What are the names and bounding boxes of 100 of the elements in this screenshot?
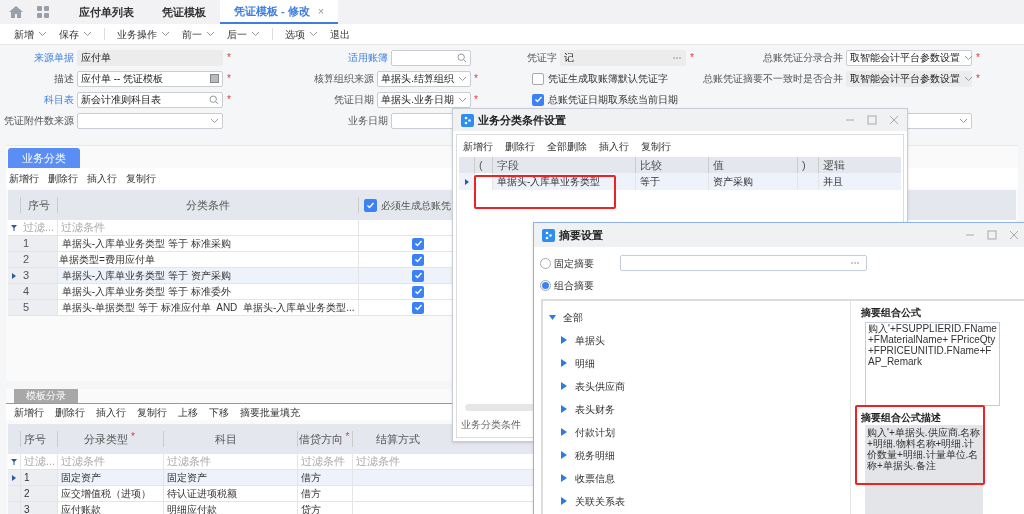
column-header: 字段 xyxy=(497,158,519,171)
table-cell: 5 xyxy=(20,300,57,315)
column-header: 分类条件 xyxy=(186,198,230,211)
expand-toggle-icon[interactable] xyxy=(549,313,556,321)
input-field[interactable]: 应付单 -- 凭证模板 xyxy=(77,70,223,87)
close-icon[interactable] xyxy=(1009,230,1019,240)
field-label[interactable]: 适用账簿 xyxy=(348,50,389,65)
grid-action-button[interactable]: 复制行 xyxy=(126,170,156,186)
row-selector[interactable] xyxy=(8,470,20,485)
filter-icon[interactable] xyxy=(11,224,17,231)
checkbox[interactable] xyxy=(364,198,377,212)
radio-label: 固定摘要 xyxy=(554,256,595,271)
grid-action-button[interactable]: 新增行 xyxy=(14,404,44,420)
maximize-icon[interactable] xyxy=(867,115,877,125)
filter-icon[interactable] xyxy=(11,458,17,465)
checkbox[interactable] xyxy=(412,253,424,266)
maximize-icon[interactable] xyxy=(987,230,997,240)
field-label: 描述 xyxy=(54,72,74,86)
grid-action-button[interactable]: 全部删除 xyxy=(547,138,587,154)
table-cell-text: 资产采购 xyxy=(713,175,753,189)
close-icon[interactable] xyxy=(889,115,899,125)
tree-item[interactable]: 全部 xyxy=(563,309,583,325)
table-cell: 单据类型=费用应付单 xyxy=(57,252,359,267)
chevron-down-icon xyxy=(210,117,219,124)
table-cell: 3 xyxy=(20,268,57,283)
tree-item[interactable]: 付款计划 xyxy=(575,424,615,440)
tab[interactable]: 凭证模板 xyxy=(148,0,220,24)
grid-action-button[interactable]: 上移 xyxy=(178,404,198,420)
select-field[interactable] xyxy=(77,112,223,129)
apps-icon[interactable] xyxy=(37,6,49,18)
table-row[interactable]: 单据头-入库单业务类型 等于 资产采购 并且 xyxy=(459,173,901,190)
field-label: 核算组织来源 xyxy=(314,72,375,86)
checkbox[interactable] xyxy=(412,269,424,282)
grid-action-button[interactable]: 下移 xyxy=(209,404,229,420)
formula-text-area[interactable]: 购入'+FSUPPLIERID.FName+FMaterialName+ FPriceQty+FPRICEUNITID.FName+FAP_Remark xyxy=(865,322,1000,406)
table-cell: 单据头-入库单业务类型 等于 标准委外 xyxy=(57,284,359,299)
grid-action-button[interactable]: 插入行 xyxy=(599,138,629,154)
tree-item[interactable]: 表头供应商 xyxy=(575,378,625,394)
description-text-area: 购入'+单据头.供应商.名称+明细.物料名称+明细.计价数量+明细.计量单位.名称+单据头.备注 xyxy=(865,425,983,514)
checkbox[interactable] xyxy=(532,72,544,85)
grid-action-button[interactable]: 删除行 xyxy=(55,404,85,420)
search-field[interactable] xyxy=(391,49,471,66)
checkbox[interactable] xyxy=(412,237,424,250)
select-field[interactable]: 单据头.结算组织 xyxy=(377,70,471,87)
search-field[interactable]: 新会计准则科目表 xyxy=(77,91,223,108)
radio-button[interactable] xyxy=(540,257,551,269)
ellipsis-icon[interactable] xyxy=(850,261,860,265)
grid-action-button[interactable]: 删除行 xyxy=(505,138,535,154)
column-header: 结算方式 xyxy=(376,431,420,447)
toolbar-button[interactable]: 前一 xyxy=(182,26,215,42)
toolbar-button[interactable]: 选项 xyxy=(285,26,318,42)
toolbar-button[interactable]: 新增 xyxy=(14,26,47,42)
chevron-down-icon xyxy=(83,31,92,37)
chevron-down-icon xyxy=(959,117,968,124)
grid-action-button[interactable]: 摘要批量填充 xyxy=(240,404,300,420)
grid-action-button[interactable]: 复制行 xyxy=(641,138,671,154)
expand-toggle-icon[interactable] xyxy=(561,451,567,459)
home-icon[interactable] xyxy=(9,6,23,18)
toolbar-button[interactable]: 保存 xyxy=(59,26,92,42)
radio-button[interactable] xyxy=(540,279,551,291)
grid-action-button[interactable]: 插入行 xyxy=(96,404,126,420)
grid-action-button[interactable]: 复制行 xyxy=(137,404,167,420)
tree-item[interactable]: 收票信息 xyxy=(575,470,615,486)
grid-action-button[interactable]: 新增行 xyxy=(9,170,39,186)
table-cell: 单据头-单据类型 等于 标准应付单 AND 单据头-入库单业务类型... xyxy=(57,300,359,315)
required-mark: * xyxy=(690,51,695,64)
language-icon[interactable] xyxy=(210,74,219,83)
toolbar-button[interactable]: 退出 xyxy=(330,26,350,42)
checkbox[interactable] xyxy=(412,301,424,314)
row-selector[interactable] xyxy=(8,268,20,283)
column-header: ) xyxy=(802,158,806,171)
grid-action-button[interactable]: 删除行 xyxy=(48,170,78,186)
tab[interactable]: 应付单列表 xyxy=(65,0,148,24)
tree-item[interactable]: 税务明细 xyxy=(575,447,615,463)
toolbar-button[interactable]: 业务操作 xyxy=(117,26,170,42)
toolbar-button[interactable]: 后一 xyxy=(227,26,260,42)
chevron-down-icon xyxy=(964,75,973,82)
expand-toggle-icon[interactable] xyxy=(561,359,567,367)
grid-action-button[interactable]: 新增行 xyxy=(463,138,493,154)
footer-label: 业务分类条件 xyxy=(461,417,521,432)
chevron-down-icon xyxy=(206,31,215,37)
checkbox[interactable] xyxy=(532,93,544,106)
select-field[interactable]: 单据头.业务日期 xyxy=(377,91,471,108)
expand-toggle-icon[interactable] xyxy=(561,497,567,505)
select-field[interactable]: 取智能会计平台参数设置 xyxy=(846,49,972,66)
required-mark: * xyxy=(976,51,981,64)
field-label[interactable]: 科目表 xyxy=(44,92,74,107)
expand-toggle-icon[interactable] xyxy=(561,405,567,413)
expand-toggle-icon[interactable] xyxy=(561,428,567,436)
expand-toggle-icon[interactable] xyxy=(561,336,567,344)
expand-toggle-icon[interactable] xyxy=(561,474,567,482)
tree-item[interactable]: 明细 xyxy=(575,355,595,371)
required-mark: * xyxy=(474,93,479,106)
grid-action-button[interactable]: 插入行 xyxy=(87,170,117,186)
expand-toggle-icon[interactable] xyxy=(561,382,567,390)
tree-item[interactable]: 表头财务 xyxy=(575,401,615,417)
checkbox[interactable] xyxy=(412,285,424,298)
tab[interactable]: 凭证模板 - 修改 × xyxy=(220,0,339,24)
input-field[interactable] xyxy=(620,255,867,271)
tree-item[interactable]: 单据头 xyxy=(575,332,605,348)
